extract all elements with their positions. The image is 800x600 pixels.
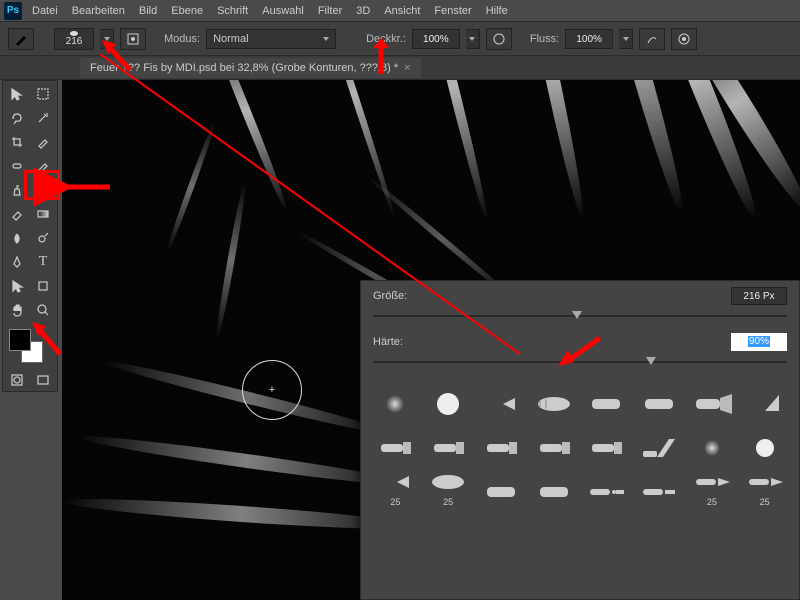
- annotation-line: [100, 54, 530, 367]
- brush-thumb[interactable]: 25: [742, 469, 787, 507]
- size-value[interactable]: 216 Px: [731, 287, 787, 305]
- annotation-arrow: [100, 40, 140, 79]
- brush-thumb[interactable]: [742, 381, 787, 419]
- brush-thumb[interactable]: [373, 381, 418, 419]
- brush-thumb[interactable]: [584, 469, 629, 507]
- screenmode-toggle[interactable]: [31, 369, 55, 391]
- hand-tool[interactable]: [5, 299, 29, 321]
- flow-dropdown[interactable]: [619, 29, 633, 49]
- brush-thumb[interactable]: [584, 425, 629, 463]
- menu-item[interactable]: Filter: [318, 5, 342, 17]
- menu-item[interactable]: Ebene: [171, 5, 203, 17]
- crop-tool[interactable]: [5, 131, 29, 153]
- blend-mode-value: Normal: [213, 33, 248, 45]
- pressure-opacity-icon[interactable]: [486, 28, 512, 50]
- brush-size-label: 25: [443, 497, 453, 507]
- annotation-box-brush: [24, 170, 60, 200]
- brush-cursor: [242, 360, 302, 420]
- tool-preset-icon[interactable]: [8, 28, 34, 50]
- brush-thumb[interactable]: [426, 425, 471, 463]
- gradient-tool[interactable]: [31, 203, 55, 225]
- dodge-tool[interactable]: [31, 227, 55, 249]
- brush-size-number: 216: [66, 37, 83, 47]
- menu-item[interactable]: Bearbeiten: [72, 5, 125, 17]
- brush-preset-picker[interactable]: 216: [54, 28, 94, 50]
- hardness-value[interactable]: 90%: [731, 333, 787, 351]
- blur-tool[interactable]: [5, 227, 29, 249]
- eyedropper-tool[interactable]: [31, 131, 55, 153]
- type-tool[interactable]: T: [31, 251, 55, 273]
- pen-tool[interactable]: [5, 251, 29, 273]
- brush-thumb[interactable]: [479, 381, 524, 419]
- zoom-tool[interactable]: [31, 299, 55, 321]
- eraser-tool[interactable]: [5, 203, 29, 225]
- airbrush-icon[interactable]: [639, 28, 665, 50]
- annotation-arrow: [30, 320, 70, 363]
- menu-item[interactable]: Fenster: [434, 5, 471, 17]
- app-logo: Ps: [4, 2, 22, 20]
- brush-thumb[interactable]: [584, 381, 629, 419]
- menu-item[interactable]: Hilfe: [486, 5, 508, 17]
- move-tool[interactable]: [5, 83, 29, 105]
- foreground-color[interactable]: [9, 329, 31, 351]
- brush-thumb[interactable]: [479, 469, 524, 507]
- shape-tool[interactable]: [31, 275, 55, 297]
- brush-size-label: 25: [390, 497, 400, 507]
- menu-item[interactable]: Auswahl: [262, 5, 304, 17]
- brush-thumb[interactable]: [637, 469, 682, 507]
- quickmask-toggle[interactable]: [5, 369, 29, 391]
- brush-thumbnails: 25 25 25 25: [361, 373, 799, 515]
- brush-thumb[interactable]: [426, 381, 471, 419]
- brush-thumb[interactable]: [690, 425, 735, 463]
- opacity-input[interactable]: 100%: [412, 29, 460, 49]
- opacity-dropdown[interactable]: [466, 29, 480, 49]
- pressure-size-icon[interactable]: [671, 28, 697, 50]
- brush-thumb[interactable]: [531, 381, 576, 419]
- brush-thumb[interactable]: 25: [373, 469, 418, 507]
- lasso-tool[interactable]: [5, 107, 29, 129]
- brush-thumb[interactable]: [637, 381, 682, 419]
- blend-mode-select[interactable]: Normal: [206, 29, 336, 49]
- brush-thumb[interactable]: 25: [426, 469, 471, 507]
- menu-item[interactable]: Bild: [139, 5, 157, 17]
- menu-bar: Ps Datei Bearbeiten Bild Ebene Schrift A…: [0, 0, 800, 22]
- annotation-arrow: [368, 38, 394, 81]
- brush-size-label: 25: [707, 497, 717, 507]
- menu-item[interactable]: 3D: [356, 5, 370, 17]
- flow-label: Fluss:: [530, 33, 559, 45]
- menu-item[interactable]: Datei: [32, 5, 58, 17]
- menu-item[interactable]: Ansicht: [384, 5, 420, 17]
- brush-thumb[interactable]: [479, 425, 524, 463]
- brush-thumb[interactable]: [690, 381, 735, 419]
- brush-thumb[interactable]: [742, 425, 787, 463]
- brush-thumb[interactable]: [531, 425, 576, 463]
- marquee-tool[interactable]: [31, 83, 55, 105]
- annotation-arrow: [62, 178, 112, 199]
- brush-thumb[interactable]: [637, 425, 682, 463]
- brush-thumb[interactable]: [531, 469, 576, 507]
- magic-wand-tool[interactable]: [31, 107, 55, 129]
- path-select-tool[interactable]: [5, 275, 29, 297]
- brush-size-label: 25: [760, 497, 770, 507]
- menu-item[interactable]: Schrift: [217, 5, 248, 17]
- brush-thumb[interactable]: 25: [690, 469, 735, 507]
- flow-input[interactable]: 100%: [565, 29, 613, 49]
- hardness-value-text: 90%: [748, 336, 770, 347]
- annotation-arrow: [556, 332, 606, 375]
- brush-thumb[interactable]: [373, 425, 418, 463]
- mode-label: Modus:: [164, 33, 200, 45]
